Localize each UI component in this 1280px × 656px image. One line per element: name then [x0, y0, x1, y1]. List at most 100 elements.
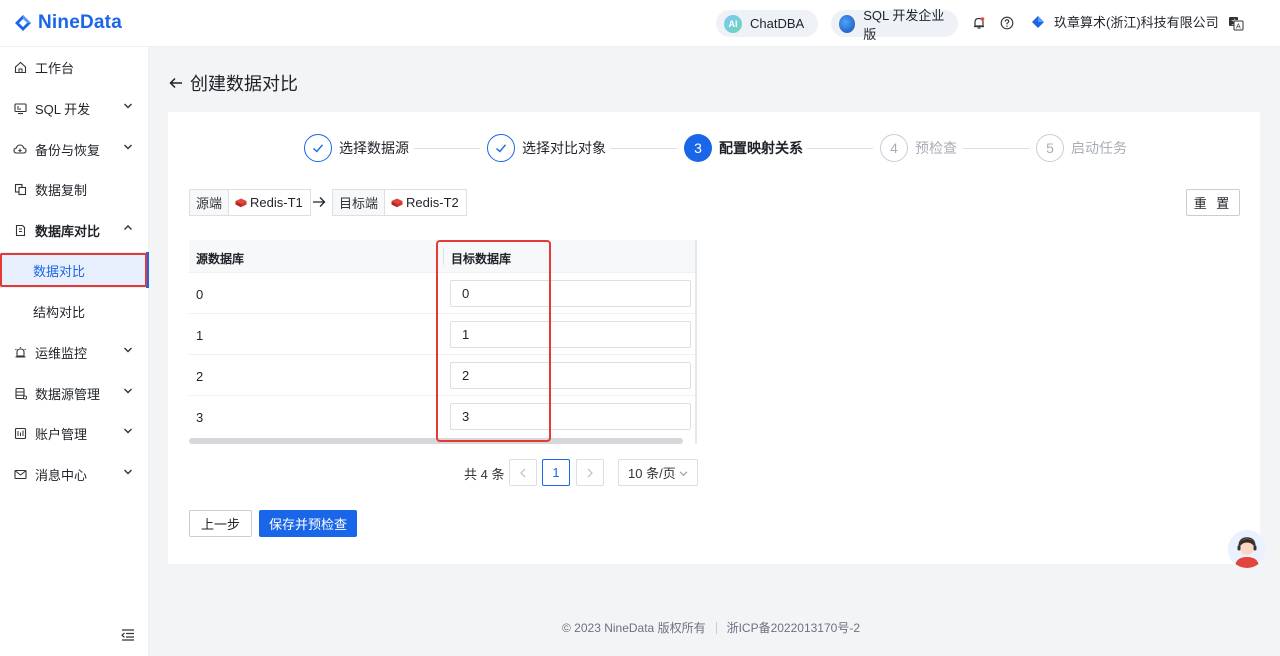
help-icon[interactable]: [998, 14, 1016, 32]
company-logo-icon: [1032, 15, 1044, 28]
language-icon[interactable]: 文A: [1227, 14, 1245, 32]
table-right-border: [695, 240, 697, 444]
step-label: 选择对比对象: [522, 140, 606, 156]
step-number: 3: [684, 134, 712, 162]
table-row: 1: [189, 314, 696, 355]
chevron-down-icon: [124, 388, 132, 394]
header-target-db: 目标数据库: [451, 252, 512, 266]
horizontal-scrollbar[interactable]: [189, 438, 683, 444]
next-page-button[interactable]: [576, 459, 604, 486]
sidebar-item-ops-monitor[interactable]: 运维监控: [0, 332, 149, 372]
table-row: 3: [189, 396, 696, 437]
chevron-down-icon: [124, 469, 132, 475]
ninedata-logo-icon: [15, 15, 31, 31]
source-tag: 源端 Redis-T1: [189, 189, 311, 216]
chevron-right-icon: [587, 468, 593, 477]
company-switcher[interactable]: 玖章算术(浙江)科技有限公司: [1030, 12, 1219, 31]
step-connector: [610, 148, 677, 149]
logo[interactable]: NineData: [12, 12, 122, 34]
sidebar-subitem-structure-compare[interactable]: 结构对比: [0, 293, 149, 329]
sidebar-item-messages[interactable]: 消息中心: [0, 454, 149, 494]
source-key: 源端: [190, 190, 230, 215]
step-label: 配置映射关系: [719, 140, 803, 156]
sidebar-item-sql-dev[interactable]: SQL 开发: [0, 88, 149, 128]
target-value-text: Redis-T2: [406, 195, 459, 210]
target-value: Redis-T2: [385, 190, 466, 215]
source-db-cell: 1: [196, 328, 204, 343]
sidebar-item-label: SQL 开发: [35, 101, 91, 117]
prev-page-button[interactable]: [509, 459, 537, 486]
chevron-down-icon: [124, 103, 132, 109]
prev-step-button[interactable]: 上一步: [189, 510, 252, 537]
page-button-1[interactable]: 1: [542, 459, 570, 486]
sidebar-item-label: 账户管理: [35, 426, 88, 442]
table-row: 2: [189, 355, 696, 396]
redis-icon: [391, 198, 403, 207]
chatdba-button[interactable]: AI ChatDBA: [716, 10, 818, 37]
target-db-input[interactable]: [450, 321, 691, 348]
collapse-sidebar-icon[interactable]: [120, 627, 136, 643]
step-config-mapping: 3 配置映射关系: [684, 134, 803, 162]
target-key: 目标端: [333, 190, 386, 215]
sidebar-item-label: 工作台: [35, 60, 75, 76]
sidebar-item-label: 数据源管理: [35, 386, 101, 402]
source-db-cell: 0: [196, 287, 204, 302]
mapping-table: 源数据库 目标数据库 0 1 2 3: [189, 240, 696, 444]
icp-link[interactable]: 浙ICP备2022013170号-2: [727, 619, 860, 636]
source-value: Redis-T1: [229, 190, 310, 215]
chevron-down-icon: [124, 144, 132, 150]
target-tag: 目标端 Redis-T2: [332, 189, 467, 216]
sidebar-item-backup[interactable]: 备份与恢复: [0, 129, 149, 169]
bell-icon[interactable]: [970, 14, 988, 32]
sidebar-item-label: 数据复制: [35, 182, 88, 198]
source-db-cell: 2: [196, 369, 204, 384]
table-row: 0: [189, 273, 696, 314]
main-card: 选择数据源 选择对比对象 3 配置映射关系 4 预检查 5 启动任务 源端 Re…: [168, 112, 1260, 564]
reset-button[interactable]: 重 置: [1186, 189, 1240, 216]
source-db-cell: 3: [196, 410, 204, 425]
source-value-text: Redis-T1: [250, 195, 303, 210]
page-size-select[interactable]: 10 条/页: [618, 459, 698, 486]
sidebar-item-label: 备份与恢复: [35, 142, 101, 158]
chevron-down-icon: [679, 471, 688, 477]
sidebar-item-workbench[interactable]: 工作台: [0, 47, 149, 87]
edition-button[interactable]: SQL 开发企业版: [831, 8, 958, 42]
step-number: 5: [1036, 134, 1064, 162]
target-db-input[interactable]: [450, 403, 691, 430]
mail-icon: [12, 466, 28, 482]
pagination-total: 共 4 条: [464, 467, 505, 482]
company-name: 玖章算术(浙江)科技有限公司: [1054, 15, 1219, 30]
sidebar-item-datasource[interactable]: 数据源管理: [0, 373, 149, 413]
check-icon: [487, 134, 515, 162]
column-divider: [443, 248, 444, 265]
chevron-down-icon: [124, 347, 132, 353]
target-db-input[interactable]: [450, 280, 691, 307]
globe-icon: [839, 14, 856, 33]
sidebar-subitem-label: 结构对比: [33, 304, 86, 320]
target-db-input[interactable]: [450, 362, 691, 389]
save-and-check-button[interactable]: 保存并预检查: [259, 510, 357, 537]
back-arrow-icon[interactable]: [168, 75, 184, 91]
sidebar-item-label: 消息中心: [35, 467, 88, 483]
step-precheck: 4 预检查: [880, 134, 957, 162]
sidebar-item-label: 数据库对比: [35, 223, 101, 239]
cloud-backup-icon: [12, 141, 28, 157]
sidebar-item-replication[interactable]: 数据复制: [0, 169, 149, 209]
assistant-avatar-icon[interactable]: [1228, 530, 1266, 568]
step-select-datasource: 选择数据源: [304, 134, 409, 162]
logo-text: NineData: [38, 12, 122, 33]
alarm-icon: [12, 344, 28, 360]
footer-divider: [715, 621, 717, 634]
sidebar-item-db-compare[interactable]: 数据库对比: [0, 210, 149, 250]
sidebar-item-account[interactable]: 账户管理: [0, 413, 149, 453]
check-icon: [304, 134, 332, 162]
step-start-task: 5 启动任务: [1036, 134, 1127, 162]
sidebar-subitem-data-compare[interactable]: 数据对比: [0, 252, 149, 288]
step-label: 预检查: [915, 140, 957, 156]
page-title-text: 创建数据对比: [190, 74, 298, 94]
chevron-left-icon: [520, 468, 526, 477]
sidebar-subitem-label: 数据对比: [33, 263, 86, 279]
database-icon: [12, 385, 28, 401]
account-icon: [12, 425, 28, 441]
compare-doc-icon: [12, 222, 28, 238]
